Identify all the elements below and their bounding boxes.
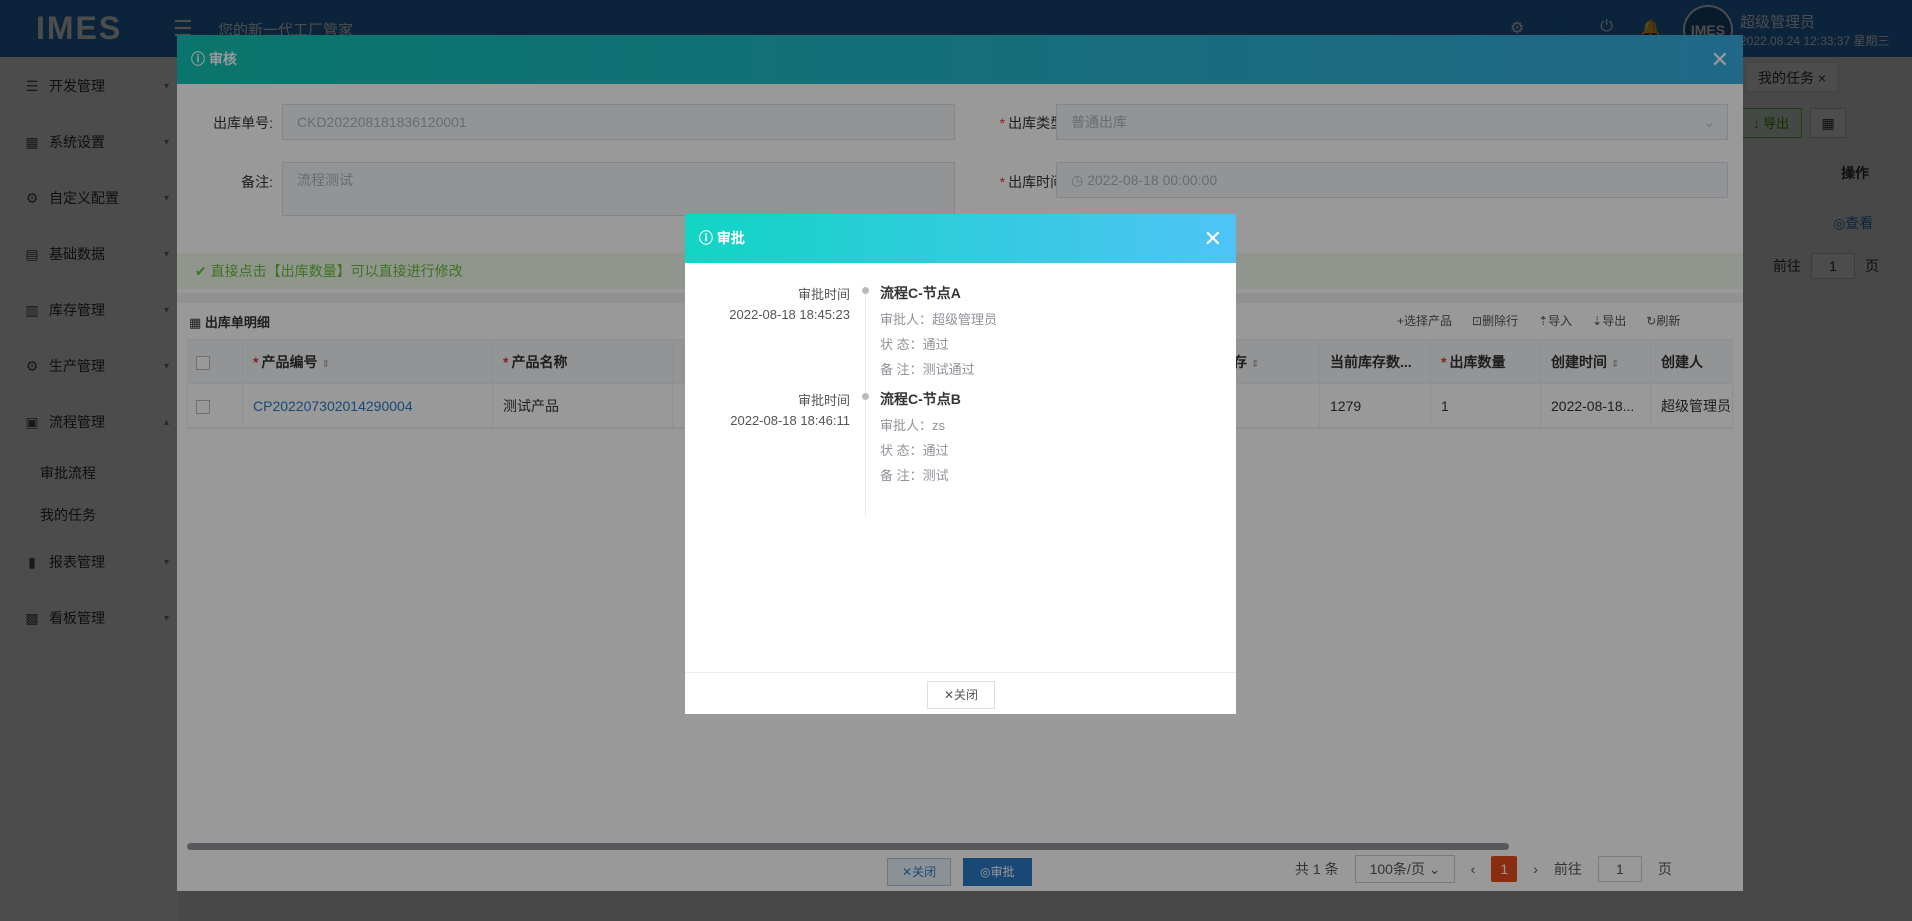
- timeline-entry-time-label: 审批时间: [797, 287, 850, 302]
- timeline-approver: 审批人：zs: [880, 418, 946, 433]
- timeline-remark: 备 注：测试: [880, 468, 949, 483]
- approval-modal-title: 审批: [716, 230, 745, 246]
- timeline-entry-time: 2022-08-18 18:45:23: [729, 307, 850, 322]
- approval-modal-header: ⓘ 审批 ✕: [685, 214, 1236, 263]
- timeline-dot: [862, 393, 869, 400]
- timeline-node-name: 流程C-节点A: [880, 285, 961, 301]
- approval-modal-footer: ✕关闭: [685, 672, 1236, 714]
- timeline-node-name: 流程C-节点B: [880, 391, 961, 407]
- info-icon: ⓘ: [699, 230, 713, 246]
- approval-close-label: 关闭: [954, 688, 979, 702]
- timeline-entry-time-label: 审批时间: [797, 393, 850, 408]
- timeline-approver: 审批人：超级管理员: [880, 312, 998, 327]
- timeline-entry-details: 流程C-节点A 审批人：超级管理员 状 态：通过 备 注：测试通过: [880, 283, 997, 378]
- timeline-status: 状 态：通过: [880, 443, 949, 458]
- timeline-line: [865, 291, 866, 516]
- approval-modal: ⓘ 审批 ✕ 审批时间 2022-08-18 18:45:23 流程C-节点A …: [685, 214, 1236, 714]
- timeline-remark: 备 注：测试通过: [880, 362, 975, 377]
- close-icon[interactable]: ✕: [1204, 214, 1222, 263]
- timeline-entry-details: 流程C-节点B 审批人：zs 状 态：通过 备 注：测试: [880, 389, 961, 484]
- timeline-status: 状 态：通过: [880, 337, 949, 352]
- timeline-dot: [862, 287, 869, 294]
- approval-close-button[interactable]: ✕关闭: [927, 681, 995, 709]
- timeline-entry-time: 2022-08-18 18:46:11: [730, 413, 850, 428]
